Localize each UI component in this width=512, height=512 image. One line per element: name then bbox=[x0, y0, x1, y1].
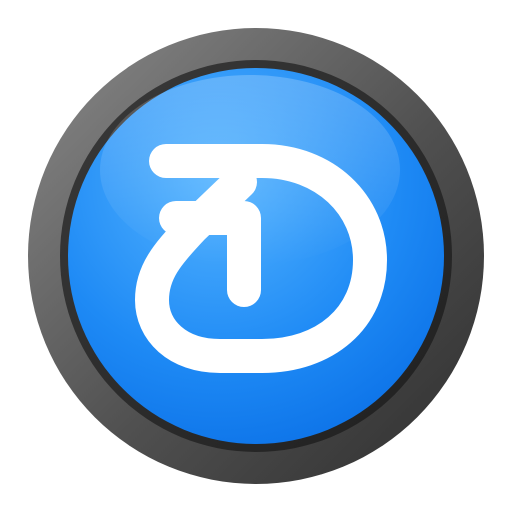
app-icon-canvas bbox=[0, 0, 512, 512]
app-icon[interactable] bbox=[0, 0, 512, 512]
